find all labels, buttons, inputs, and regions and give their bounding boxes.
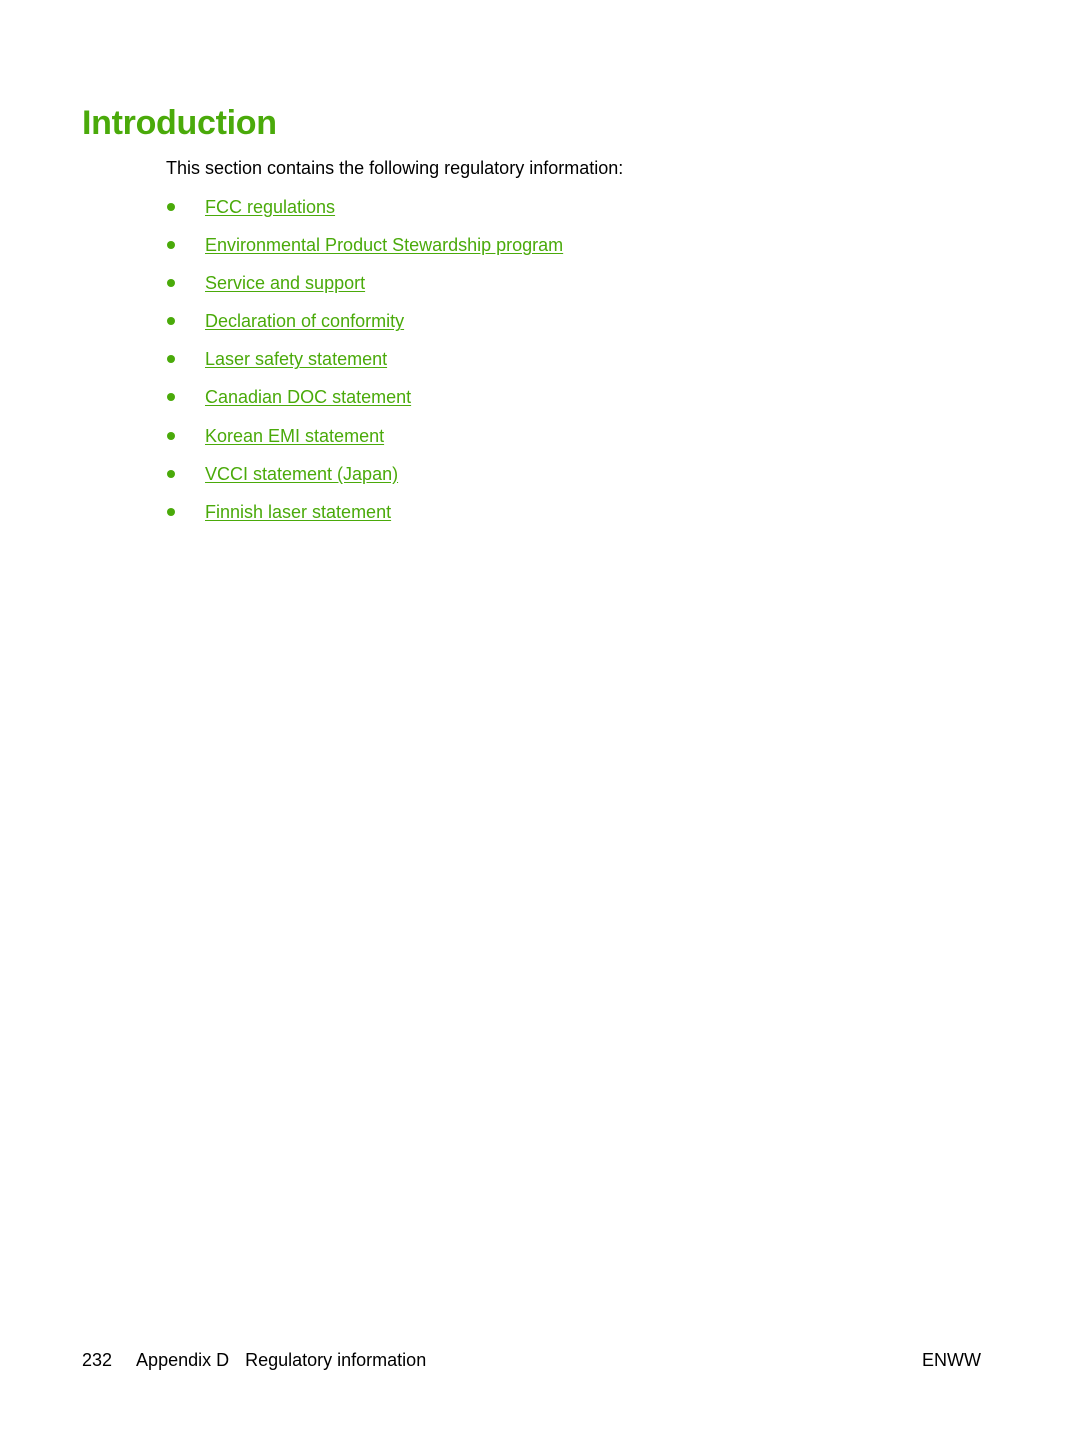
bullet-icon xyxy=(167,507,175,516)
link-canadian-doc[interactable]: Canadian DOC statement xyxy=(205,386,411,408)
bullet-icon xyxy=(167,393,175,402)
list-item: Korean EMI statement xyxy=(166,425,563,463)
bullet-icon xyxy=(167,317,175,326)
link-korean-emi[interactable]: Korean EMI statement xyxy=(205,425,384,447)
intro-text: This section contains the following regu… xyxy=(166,158,624,178)
bullet-icon xyxy=(167,469,175,478)
bullet-icon xyxy=(167,203,175,211)
page-footer: 232 Appendix D Regulatory information EN… xyxy=(82,1350,981,1371)
footer-section: Regulatory information xyxy=(245,1350,427,1370)
link-vcci-japan[interactable]: VCCI statement (Japan) xyxy=(205,463,398,485)
list-item: Canadian DOC statement xyxy=(166,386,563,424)
link-service-support[interactable]: Service and support xyxy=(205,272,365,294)
list-item: VCCI statement (Japan) xyxy=(166,463,563,501)
link-list: FCC regulations Environmental Product St… xyxy=(166,196,563,539)
link-laser-safety[interactable]: Laser safety statement xyxy=(205,348,387,370)
list-item: Finnish laser statement xyxy=(166,501,563,539)
footer-locale: ENWW xyxy=(922,1350,981,1370)
list-item: Declaration of conformity xyxy=(166,310,563,348)
bullet-icon xyxy=(167,431,175,440)
link-declaration-conformity[interactable]: Declaration of conformity xyxy=(205,310,404,332)
list-item: Environmental Product Stewardship progra… xyxy=(166,234,563,272)
link-environmental-stewardship[interactable]: Environmental Product Stewardship progra… xyxy=(205,234,563,256)
footer-chapter: Appendix D xyxy=(136,1350,230,1370)
page-title: Introduction xyxy=(82,104,277,142)
link-fcc-regulations[interactable]: FCC regulations xyxy=(205,196,335,218)
list-item: Service and support xyxy=(166,272,563,310)
list-item: FCC regulations xyxy=(166,196,563,234)
bullet-icon xyxy=(167,355,175,364)
bullet-icon xyxy=(167,279,175,288)
link-finnish-laser[interactable]: Finnish laser statement xyxy=(205,501,391,523)
list-item: Laser safety statement xyxy=(166,348,563,386)
bullet-icon xyxy=(167,241,175,250)
page-number: 232 xyxy=(82,1350,113,1370)
